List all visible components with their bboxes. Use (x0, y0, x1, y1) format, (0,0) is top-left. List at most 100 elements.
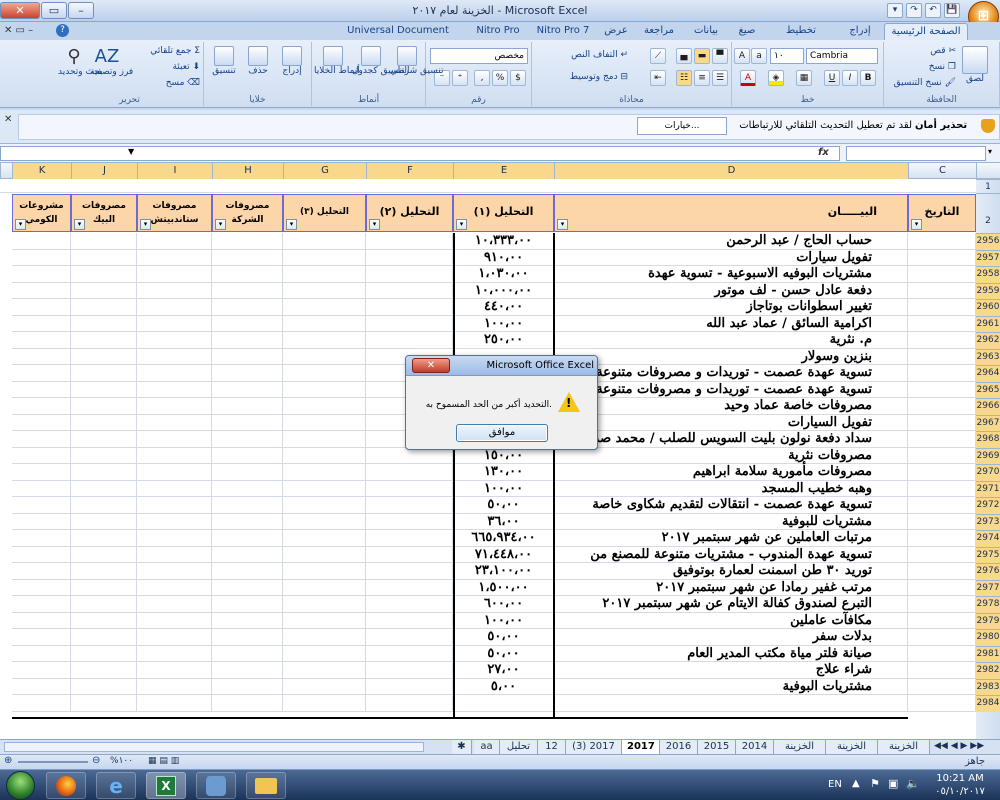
grid-cell[interactable] (12, 579, 71, 596)
expand-formula-icon[interactable]: ▾ (988, 147, 992, 156)
grid-cell[interactable] (908, 563, 976, 580)
description-cell[interactable]: تغيير اسطوانات بوتاجاز (555, 299, 906, 315)
sheet-tab[interactable]: 2015 (698, 740, 736, 754)
sheet-tab[interactable]: الخزينة ٢٠١١ (878, 740, 930, 765)
app-icon[interactable] (196, 772, 236, 799)
borders-icon[interactable]: ▦ (796, 70, 812, 86)
tab-review[interactable]: مراجعة (636, 23, 682, 40)
grid-cell[interactable] (908, 332, 976, 349)
grid-cell[interactable] (908, 414, 976, 431)
view-normal-icon[interactable]: ▦ ▤ ▥ (148, 756, 179, 766)
grid-cell[interactable] (71, 497, 137, 514)
font-color-icon[interactable]: A (740, 70, 756, 86)
amount-cell[interactable]: ١،٥٠٠،٠٠ (453, 580, 554, 596)
header-analysis-1[interactable]: التحليل (١) ▾ (453, 194, 554, 232)
grid-cell[interactable] (12, 464, 71, 481)
amount-cell[interactable]: ٥٠،٠٠ (453, 629, 554, 645)
grid-cell[interactable] (212, 678, 283, 695)
filter-dropdown-icon[interactable]: ▾ (911, 219, 922, 230)
grid-cell[interactable] (212, 662, 283, 679)
amount-cell[interactable]: ٧١،٤٤٨،٠٠ (453, 547, 554, 563)
grid-cell[interactable] (212, 629, 283, 646)
column-header-k[interactable]: K (12, 163, 71, 179)
worksheet-grid[interactable]: التاريخ ▾ البيـــــان ▾ التحليل (١) ▾ التحل… (0, 179, 976, 739)
doc-window-controls[interactable]: ✕ ▭ – (4, 25, 33, 36)
tab-formulas[interactable]: صيغ (730, 23, 764, 40)
customize-qat-icon[interactable]: ▾ (887, 3, 903, 18)
grid-cell[interactable] (137, 612, 212, 629)
sheet-tab[interactable]: الخزينة ٢٠١٢ (826, 740, 878, 765)
grid-cell[interactable] (283, 530, 366, 547)
row-header[interactable]: 2970 (976, 464, 1000, 481)
grid-cell[interactable] (366, 678, 453, 695)
start-button-icon[interactable] (6, 771, 35, 800)
grid-cell[interactable] (137, 332, 212, 349)
grid-cell[interactable] (283, 645, 366, 662)
grid-cell[interactable] (908, 695, 976, 712)
tab-home[interactable]: الصفحة الرئيسية (884, 23, 968, 40)
header-komi-projects[interactable]: مشروعات الكومي ▾ (12, 194, 71, 232)
clear-button[interactable]: مسح ⌫ (126, 78, 200, 88)
grid-cell[interactable] (908, 315, 976, 332)
align-left-icon[interactable]: ☰ (712, 70, 728, 86)
amount-cell[interactable]: ٥،٠٠ (453, 679, 554, 695)
select-all-corner[interactable] (976, 163, 1000, 179)
row-header[interactable]: 2960 (976, 299, 1000, 316)
firefox-icon[interactable] (46, 772, 86, 799)
grid-cell[interactable] (12, 645, 71, 662)
grid-cell[interactable] (71, 596, 137, 613)
grid-cell[interactable] (212, 282, 283, 299)
row-header[interactable]: 2972 (976, 497, 1000, 514)
amount-cell[interactable]: ١٣٠،٠٠ (453, 464, 554, 480)
grid-cell[interactable] (908, 266, 976, 283)
clock-time[interactable]: 10:21 AM (928, 773, 992, 784)
grid-cell[interactable] (283, 513, 366, 530)
grid-cell[interactable] (137, 563, 212, 580)
grid-cell[interactable] (71, 695, 137, 712)
grid-cell[interactable] (137, 530, 212, 547)
close-security-bar-icon[interactable]: ✕ (4, 114, 12, 125)
ok-button[interactable]: موافق (456, 424, 548, 442)
row-header-1[interactable]: 1 (976, 179, 1000, 193)
grid-cell[interactable] (71, 266, 137, 283)
grid-cell[interactable] (12, 315, 71, 332)
grid-cell[interactable] (366, 249, 453, 266)
copy-button[interactable]: نسخ ❐ (888, 62, 956, 72)
excel-taskbar-icon[interactable]: X (146, 772, 186, 799)
grid-cell[interactable] (283, 695, 366, 712)
amount-cell[interactable]: ٥٠،٠٠ (453, 497, 554, 513)
grid-cell[interactable] (71, 612, 137, 629)
grid-cell[interactable] (71, 480, 137, 497)
row-header[interactable]: 2984 (976, 695, 1000, 712)
grid-cell[interactable] (366, 464, 453, 481)
align-bottom-icon[interactable]: ▄ (676, 48, 692, 64)
grid-cell[interactable] (283, 299, 366, 316)
grid-cell[interactable] (212, 530, 283, 547)
grid-cell[interactable] (283, 447, 366, 464)
cut-button[interactable]: قص ✂ (888, 46, 956, 56)
underline-button[interactable]: U (824, 70, 840, 86)
grid-cell[interactable] (908, 497, 976, 514)
grid-cell[interactable] (137, 249, 212, 266)
grid-cell[interactable] (137, 645, 212, 662)
tab-universal-document-converter[interactable]: Universal Document Converter (330, 23, 466, 52)
increase-decimal-icon[interactable]: ⁺ (452, 70, 468, 86)
zoom-in-icon[interactable]: ⊕ (4, 755, 12, 766)
grid-cell[interactable] (71, 381, 137, 398)
grid-cell[interactable] (283, 414, 366, 431)
grid-cell[interactable] (137, 513, 212, 530)
grid-cell[interactable] (137, 381, 212, 398)
grid-cell[interactable] (554, 695, 908, 712)
grid-cell[interactable] (12, 299, 71, 316)
description-cell[interactable]: صيانة فلتر مياة مكتب المدير العام (555, 646, 906, 662)
row-header[interactable]: 2982 (976, 662, 1000, 679)
dialog-close-button[interactable]: ✕ (412, 358, 450, 373)
grid-cell[interactable] (71, 563, 137, 580)
help-icon[interactable]: ? (56, 24, 69, 37)
minimize-window-button[interactable]: – (68, 2, 94, 19)
row-header[interactable]: 2980 (976, 629, 1000, 646)
grid-cell[interactable] (212, 612, 283, 629)
row-header[interactable]: 2965 (976, 381, 1000, 398)
grid-cell[interactable] (12, 348, 71, 365)
cell-styles-button[interactable]: أنماط الخلايا (314, 46, 360, 76)
